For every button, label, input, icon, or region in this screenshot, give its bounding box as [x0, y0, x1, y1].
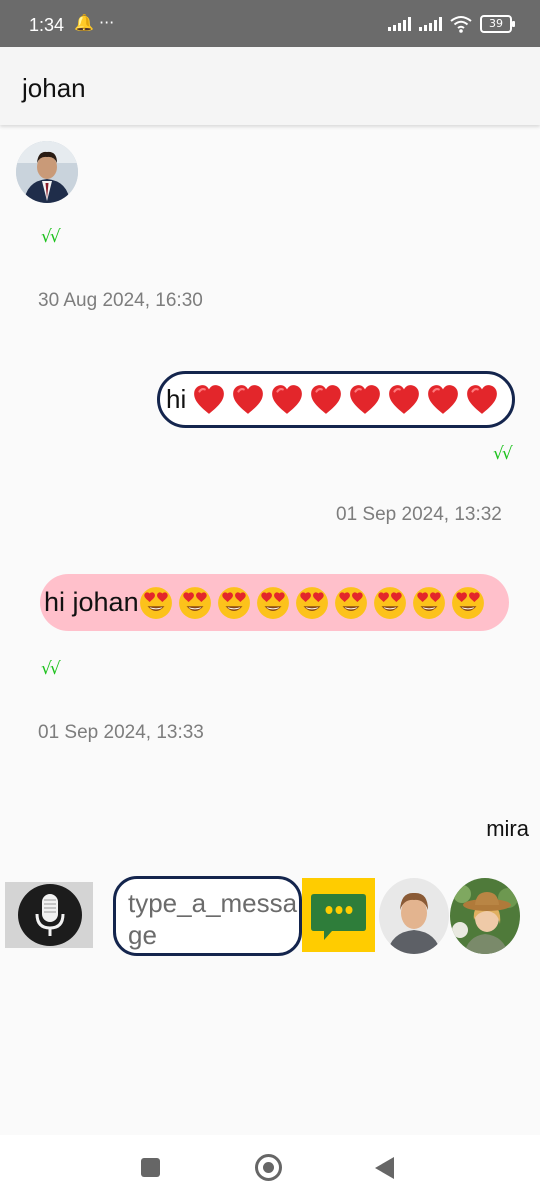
heart-eyes-emoji: [256, 586, 290, 620]
back-icon[interactable]: [375, 1157, 394, 1179]
recents-icon[interactable]: [141, 1158, 160, 1177]
heart-eyes-emoji: [217, 586, 251, 620]
heart-eyes-emoji: [295, 586, 329, 620]
message-bubble-outgoing[interactable]: hi: [157, 371, 515, 428]
status-bar: 1:34 🔔 ··· 39: [0, 0, 540, 47]
heart-emoji: [270, 383, 304, 417]
heart-emoji: [387, 383, 421, 417]
signal-icon: [388, 17, 411, 31]
battery-icon: 39: [480, 15, 515, 33]
heart-emoji-row: [192, 383, 504, 417]
notification-icons: 🔔 ···: [74, 13, 115, 32]
status-time: 1:34: [29, 15, 65, 35]
app-bar: johan: [0, 47, 540, 125]
chat-send-icon: [311, 894, 366, 940]
message-text: hi: [166, 384, 187, 414]
system-nav-bar: [0, 1135, 540, 1200]
contact-avatar[interactable]: [450, 878, 520, 954]
read-receipt: √√: [41, 227, 61, 247]
contact-avatar[interactable]: [379, 878, 449, 954]
heart-emoji: [231, 383, 265, 417]
heart-eyes-emoji: [334, 586, 368, 620]
peer-name-label: mira: [486, 816, 529, 841]
heart-emoji: [465, 383, 499, 417]
message-bubble-incoming[interactable]: hi johan: [40, 574, 509, 631]
microphone-icon: [16, 882, 84, 948]
message-input[interactable]: type_a_message: [113, 876, 302, 956]
image-message[interactable]: [16, 141, 78, 203]
status-right-icons: 39: [388, 15, 515, 33]
heart-emoji: [348, 383, 382, 417]
message-timestamp: 30 Aug 2024, 16:30: [38, 290, 203, 311]
send-button[interactable]: [302, 878, 375, 952]
heart-eyes-emoji: [373, 586, 407, 620]
heart-emoji: [192, 383, 226, 417]
heart-eyes-emoji: [412, 586, 446, 620]
message-timestamp: 01 Sep 2024, 13:33: [38, 722, 204, 743]
heart-eyes-emoji: [139, 586, 173, 620]
heart-eyes-emoji: [178, 586, 212, 620]
heart-eyes-emoji-row: [139, 586, 490, 620]
read-receipt: √√: [41, 659, 61, 679]
wifi-icon: [450, 16, 472, 33]
chat-title: johan: [22, 73, 86, 103]
voice-record-button[interactable]: [5, 882, 93, 948]
heart-emoji: [309, 383, 343, 417]
heart-eyes-emoji: [451, 586, 485, 620]
home-icon[interactable]: [255, 1154, 282, 1181]
message-text: hi johan: [44, 587, 139, 617]
message-timestamp: 01 Sep 2024, 13:32: [336, 504, 502, 525]
signal-icon: [419, 17, 442, 31]
heart-emoji: [426, 383, 460, 417]
read-receipt: √√: [493, 444, 513, 464]
